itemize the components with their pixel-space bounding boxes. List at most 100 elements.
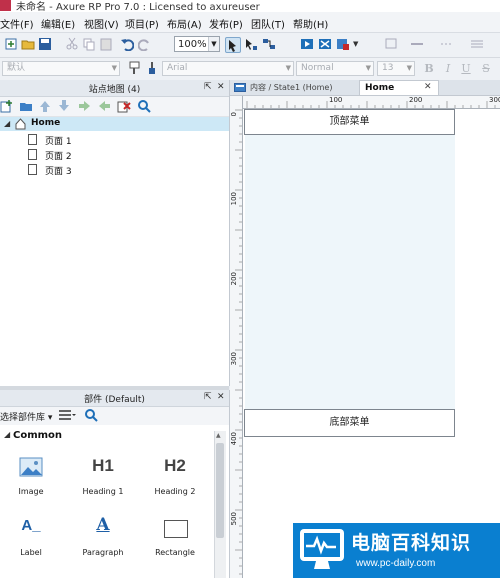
- heading-1-icon: H1: [92, 456, 114, 475]
- panel-tab-icon: [234, 83, 246, 92]
- cut-icon[interactable]: [65, 37, 79, 51]
- ruler-label: 400: [230, 432, 238, 446]
- line-color-icon[interactable]: [410, 37, 424, 51]
- widget-heading-1[interactable]: H1 Heading 1: [67, 454, 139, 496]
- label-icon: A_: [21, 517, 41, 534]
- add-folder-icon[interactable]: [19, 99, 33, 113]
- style-select[interactable]: 默认 ▼: [2, 61, 120, 76]
- main-toolbar: 100% ▼ ▼: [0, 33, 500, 58]
- copy-icon[interactable]: [82, 37, 96, 51]
- menu-team[interactable]: 团队(T): [251, 16, 285, 31]
- widgets-panel: 部件 (Default) ⇱ ✕ 选择部件库 ▾ ◢ Common Image …: [0, 390, 230, 578]
- ruler-label: 200: [409, 96, 423, 104]
- indent-icon[interactable]: [78, 99, 92, 113]
- line-width-icon[interactable]: [470, 37, 484, 51]
- expand-icon[interactable]: ◢: [4, 430, 10, 439]
- save-icon[interactable]: [38, 37, 52, 51]
- sitemap-page-1[interactable]: 页面 1: [0, 133, 229, 148]
- scrollbar-thumb[interactable]: [216, 443, 224, 538]
- font-family-select[interactable]: Arial ▼: [162, 61, 294, 76]
- widgets-title: 部件 (Default): [84, 395, 145, 405]
- outdent-icon[interactable]: [97, 99, 111, 113]
- tab-state[interactable]: 内容 / State1 (Home): [250, 82, 332, 93]
- undo-icon[interactable]: [120, 37, 134, 51]
- ruler-label: 100: [329, 96, 343, 104]
- chevron-down-icon: ▼: [365, 64, 371, 72]
- rectangle-icon: [164, 520, 188, 538]
- widget-rectangle[interactable]: Rectangle: [139, 515, 211, 557]
- menu-view[interactable]: 视图(V): [84, 16, 119, 31]
- underline-button[interactable]: U: [459, 61, 473, 76]
- redo-icon[interactable]: [138, 37, 152, 51]
- line-style-icon[interactable]: [440, 37, 454, 51]
- brush-icon[interactable]: [145, 61, 159, 75]
- pin-icon[interactable]: ⇱: [204, 392, 212, 402]
- menu-lines-icon[interactable]: [58, 408, 76, 422]
- zoom-select[interactable]: 100% ▼: [174, 36, 220, 52]
- widget-paragraph[interactable]: A Paragraph: [67, 515, 139, 557]
- widgets-header: 部件 (Default) ⇱ ✕: [0, 390, 229, 407]
- app-icon: [0, 0, 11, 11]
- search-icon[interactable]: [137, 99, 151, 113]
- new-file-icon[interactable]: [4, 37, 18, 51]
- tab-home[interactable]: Home ✕: [359, 80, 439, 95]
- top-menu-box[interactable]: 顶部菜单: [244, 109, 455, 135]
- connector-icon[interactable]: [262, 37, 276, 51]
- scroll-up-icon[interactable]: ▲: [216, 432, 221, 439]
- strikethrough-button[interactable]: S: [479, 61, 493, 76]
- italic-button[interactable]: I: [441, 61, 455, 76]
- move-down-icon[interactable]: [57, 99, 71, 113]
- chevron-down-icon: ▼: [208, 37, 219, 51]
- menu-bar: 文件(F) 编辑(E) 视图(V) 项目(P) 布局(A) 发布(P) 团队(T…: [0, 12, 500, 33]
- menu-file[interactable]: 文件(F): [0, 16, 34, 31]
- open-file-icon[interactable]: [21, 37, 35, 51]
- move-up-icon[interactable]: [38, 99, 52, 113]
- ruler-label: 300: [230, 352, 238, 366]
- widget-label: Paragraph: [82, 548, 124, 557]
- format-painter-icon[interactable]: [128, 61, 142, 75]
- menu-help[interactable]: 帮助(H): [293, 16, 328, 31]
- menu-project[interactable]: 项目(P): [125, 16, 159, 31]
- sitemap-panel: 站点地图 (4) ⇱ ✕ ◢ Home 页面 1 页面 2 页面 3: [0, 80, 230, 386]
- sitemap-page-3[interactable]: 页面 3: [0, 163, 229, 178]
- widget-group-common[interactable]: ◢ Common: [0, 427, 212, 444]
- widget-heading-2[interactable]: H2 Heading 2: [139, 454, 211, 496]
- widget-label-item[interactable]: A_ Label: [0, 515, 67, 557]
- dynamic-panel[interactable]: [245, 135, 455, 411]
- close-icon[interactable]: ✕: [217, 82, 225, 92]
- add-page-icon[interactable]: [0, 99, 14, 113]
- close-icon[interactable]: ✕: [424, 82, 432, 92]
- expand-icon[interactable]: ◢: [4, 119, 10, 128]
- paste-icon[interactable]: [99, 37, 113, 51]
- window-titlebar: 未命名 - Axure RP Pro 7.0 : Licensed to axu…: [0, 0, 500, 13]
- select-contained-icon[interactable]: [244, 37, 258, 51]
- sitemap-page-2[interactable]: 页面 2: [0, 148, 229, 163]
- menu-layout[interactable]: 布局(A): [167, 16, 202, 31]
- library-select[interactable]: 选择部件库 ▾: [0, 410, 52, 423]
- paragraph-icon: A: [96, 515, 110, 535]
- preview-icon[interactable]: [300, 37, 314, 51]
- widget-label: Image: [18, 487, 44, 496]
- menu-edit[interactable]: 编辑(E): [41, 16, 75, 31]
- tab-home-label: Home: [365, 83, 395, 93]
- delete-page-icon[interactable]: [117, 99, 131, 113]
- publish-dropdown-icon[interactable]: ▼: [353, 40, 358, 48]
- publish-icon[interactable]: [336, 37, 350, 51]
- ruler-label: 300: [489, 96, 500, 104]
- font-size-select[interactable]: 13 ▼: [377, 61, 415, 76]
- select-intersect-icon[interactable]: [225, 37, 241, 53]
- widget-group-label: Common: [13, 430, 63, 441]
- close-icon[interactable]: ✕: [217, 392, 225, 402]
- pin-icon[interactable]: ⇱: [204, 82, 212, 92]
- fill-color-icon[interactable]: [384, 37, 398, 51]
- font-weight-select[interactable]: Normal ▼: [296, 61, 374, 76]
- widget-image[interactable]: Image: [0, 454, 67, 496]
- share-icon[interactable]: [318, 37, 332, 51]
- menu-publish[interactable]: 发布(P): [209, 16, 243, 31]
- widgets-scrollbar[interactable]: ▲: [214, 431, 226, 578]
- design-canvas[interactable]: 顶部菜单 底部菜单: [243, 109, 500, 578]
- bold-button[interactable]: B: [422, 61, 436, 76]
- search-icon[interactable]: [84, 408, 98, 422]
- bottom-menu-box[interactable]: 底部菜单: [244, 409, 455, 437]
- sitemap-home-node[interactable]: ◢ Home: [0, 117, 229, 131]
